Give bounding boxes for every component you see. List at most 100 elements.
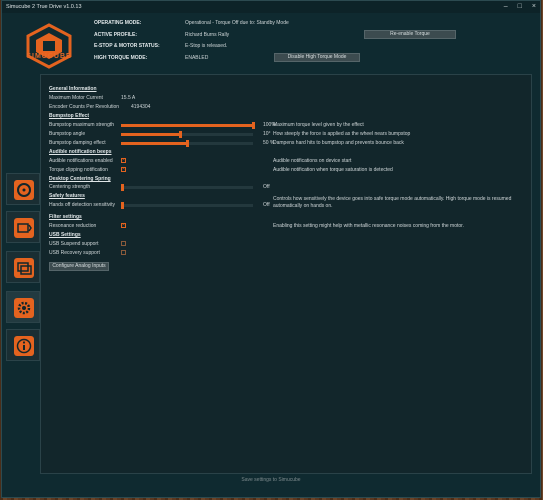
audible-enabled-desc: Audible notifications on device start xyxy=(273,158,352,164)
centering-heading-row: Desktop Centering Spring xyxy=(49,175,529,183)
bumpstop-angle-desc: How steeply the force is applied as the … xyxy=(273,131,411,137)
title-bar: Simucube 2 True Drive v1.0.13 – □ × xyxy=(2,1,540,13)
settings-panel: General Information Maximum Motor Curren… xyxy=(40,74,532,474)
resonance-checkbox[interactable]: × xyxy=(121,223,126,228)
high-torque-label: HIGH TORQUE MODE: xyxy=(94,55,148,61)
minimize-icon[interactable]: – xyxy=(504,3,508,10)
simucube-logo-icon xyxy=(24,23,74,69)
torque-clipping-label: Torque clipping notification xyxy=(49,167,108,173)
bumpstop-angle-slider[interactable] xyxy=(121,131,253,138)
slider-handle[interactable] xyxy=(121,202,124,209)
bumpstop-strength-row: Bumpstop maximum strength 100% Maximum t… xyxy=(49,121,529,129)
window-title: Simucube 2 True Drive v1.0.13 xyxy=(6,4,82,10)
bumpstop-damping-label: Bumpstop damping effect xyxy=(49,140,106,146)
sidebar-item-ffb[interactable] xyxy=(6,211,40,243)
audible-enabled-label: Audible notifications enabled xyxy=(49,158,113,164)
encoder-label: Encoder Counts Per Revolution xyxy=(49,104,120,110)
steering-wheel-icon xyxy=(14,180,34,200)
centering-value: Off xyxy=(263,184,270,190)
reenable-torque-button[interactable]: Re-enable Torque xyxy=(364,30,456,39)
usb-suspend-checkbox[interactable] xyxy=(121,241,126,246)
disable-high-torque-button[interactable]: Disable High Torque Mode xyxy=(274,53,360,62)
audible-heading: Audible notification beeps xyxy=(49,149,112,155)
slider-handle[interactable] xyxy=(185,140,189,147)
window-controls: – □ × xyxy=(504,3,536,10)
audible-heading-row: Audible notification beeps xyxy=(49,148,529,156)
usb-suspend-row: USB Suspend support xyxy=(49,240,529,248)
torque-clipping-desc: Audible notification when torque saturat… xyxy=(273,167,393,173)
operating-mode-label: OPERATING MODE: xyxy=(94,20,142,26)
centering-row: Centering strength Off xyxy=(49,183,529,191)
encoder-value: 4194304 xyxy=(131,104,151,110)
bumpstop-strength-slider[interactable] xyxy=(121,122,255,129)
status-row-high-torque: HIGH TORQUE MODE: ENABLED Disable High T… xyxy=(94,53,534,63)
centering-heading: Desktop Centering Spring xyxy=(49,176,111,182)
max-current-value: 15.5 A xyxy=(121,95,136,101)
encoder-row: Encoder Counts Per Revolution 4194304 xyxy=(49,103,529,111)
general-heading-row: General Information xyxy=(49,85,529,93)
resonance-desc: Enabling this setting might help with me… xyxy=(273,223,464,229)
sidebar-item-info[interactable] xyxy=(6,329,40,361)
audible-enabled-row: Audible notifications enabled × Audible … xyxy=(49,157,529,165)
audible-enabled-checkbox[interactable]: × xyxy=(121,158,126,163)
hands-off-value: Off xyxy=(263,202,270,208)
gear-icon xyxy=(14,298,34,318)
general-heading: General Information xyxy=(49,86,97,92)
high-torque-value: ENABLED xyxy=(185,55,209,61)
bumpstop-damping-slider[interactable] xyxy=(121,140,253,147)
brand-name: SIMUCUBE xyxy=(26,53,72,60)
save-settings-link[interactable]: Save settings to Simucube xyxy=(2,477,540,483)
slider-handle[interactable] xyxy=(178,131,182,138)
filter-heading: Filter settings xyxy=(49,214,82,220)
usb-heading-row: USB Settings xyxy=(49,231,529,239)
bumpstop-angle-row: Bumpstop angle 10° How steeply the force… xyxy=(49,130,529,138)
configure-analog-inputs-button[interactable]: Configure Analog Inputs xyxy=(49,262,109,271)
bumpstop-angle-label: Bumpstop angle xyxy=(49,131,86,137)
estop-value: E-Stop is released. xyxy=(185,43,228,49)
max-current-row: Maximum Motor Current 15.5 A xyxy=(49,94,529,102)
info-icon xyxy=(14,336,34,356)
sidebar-item-settings[interactable] xyxy=(6,291,40,323)
slider-handle[interactable] xyxy=(251,122,255,129)
operating-mode-value: Operational - Torque Off due to: Standby… xyxy=(185,20,289,26)
sidebar-item-profiles[interactable] xyxy=(6,251,40,283)
usb-suspend-label: USB Suspend support xyxy=(49,241,99,247)
hands-off-label: Hands off detection sensitivity xyxy=(49,202,116,208)
status-row-profile: ACTIVE PROFILE: Richard Burns Rally Re-e… xyxy=(94,30,534,40)
centering-slider[interactable] xyxy=(121,184,253,191)
usb-heading: USB Settings xyxy=(49,232,81,238)
torque-clipping-checkbox[interactable]: × xyxy=(121,167,126,172)
status-row-operating: OPERATING MODE: Operational - Torque Off… xyxy=(94,18,534,28)
active-profile-label: ACTIVE PROFILE: xyxy=(94,32,138,38)
bumpstop-angle-value: 10° xyxy=(263,131,271,137)
centering-label: Centering strength xyxy=(49,184,91,190)
hands-off-row: Hands off detection sensitivity Off Cont… xyxy=(49,196,529,209)
status-row-estop: E-STOP & MOTOR STATUS: E-Stop is release… xyxy=(94,41,534,51)
filter-heading-row: Filter settings xyxy=(49,213,529,221)
hands-off-desc-line1: Controls how sensitively the device goes… xyxy=(273,196,512,202)
bumpstop-heading: Bumpstop Effect xyxy=(49,113,89,119)
bumpstop-damping-desc: Dampens hard hits to bumpstop and preven… xyxy=(273,140,404,146)
active-profile-value: Richard Burns Rally xyxy=(185,32,230,38)
torque-clipping-row: Torque clipping notification × Audible n… xyxy=(49,166,529,174)
bumpstop-strength-label: Bumpstop maximum strength xyxy=(49,122,115,128)
usb-recovery-row: USB Recovery support xyxy=(49,249,529,257)
estop-label: E-STOP & MOTOR STATUS: xyxy=(94,43,160,49)
hands-off-slider[interactable] xyxy=(121,202,253,209)
bumpstop-damping-row: Bumpstop damping effect 50 % Dampens har… xyxy=(49,139,529,147)
usb-recovery-checkbox[interactable] xyxy=(121,250,126,255)
sidebar-item-wheel[interactable] xyxy=(6,173,40,205)
bumpstop-strength-desc: Maximum torque level given by the effect xyxy=(273,122,364,128)
hands-off-desc-line2: automatically on hands on. xyxy=(273,203,333,209)
bumpstop-heading-row: Bumpstop Effect xyxy=(49,112,529,120)
max-current-label: Maximum Motor Current xyxy=(49,95,103,101)
app-window: Simucube 2 True Drive v1.0.13 – □ × SIMU… xyxy=(1,0,541,498)
resonance-row: Resonance reduction × Enabling this sett… xyxy=(49,222,529,230)
profiles-icon xyxy=(14,258,34,278)
slider-handle[interactable] xyxy=(121,184,124,191)
resonance-label: Resonance reduction xyxy=(49,223,97,229)
force-feedback-icon xyxy=(14,218,34,238)
close-icon[interactable]: × xyxy=(532,3,536,10)
maximize-icon[interactable]: □ xyxy=(518,3,522,10)
usb-recovery-label: USB Recovery support xyxy=(49,250,100,256)
